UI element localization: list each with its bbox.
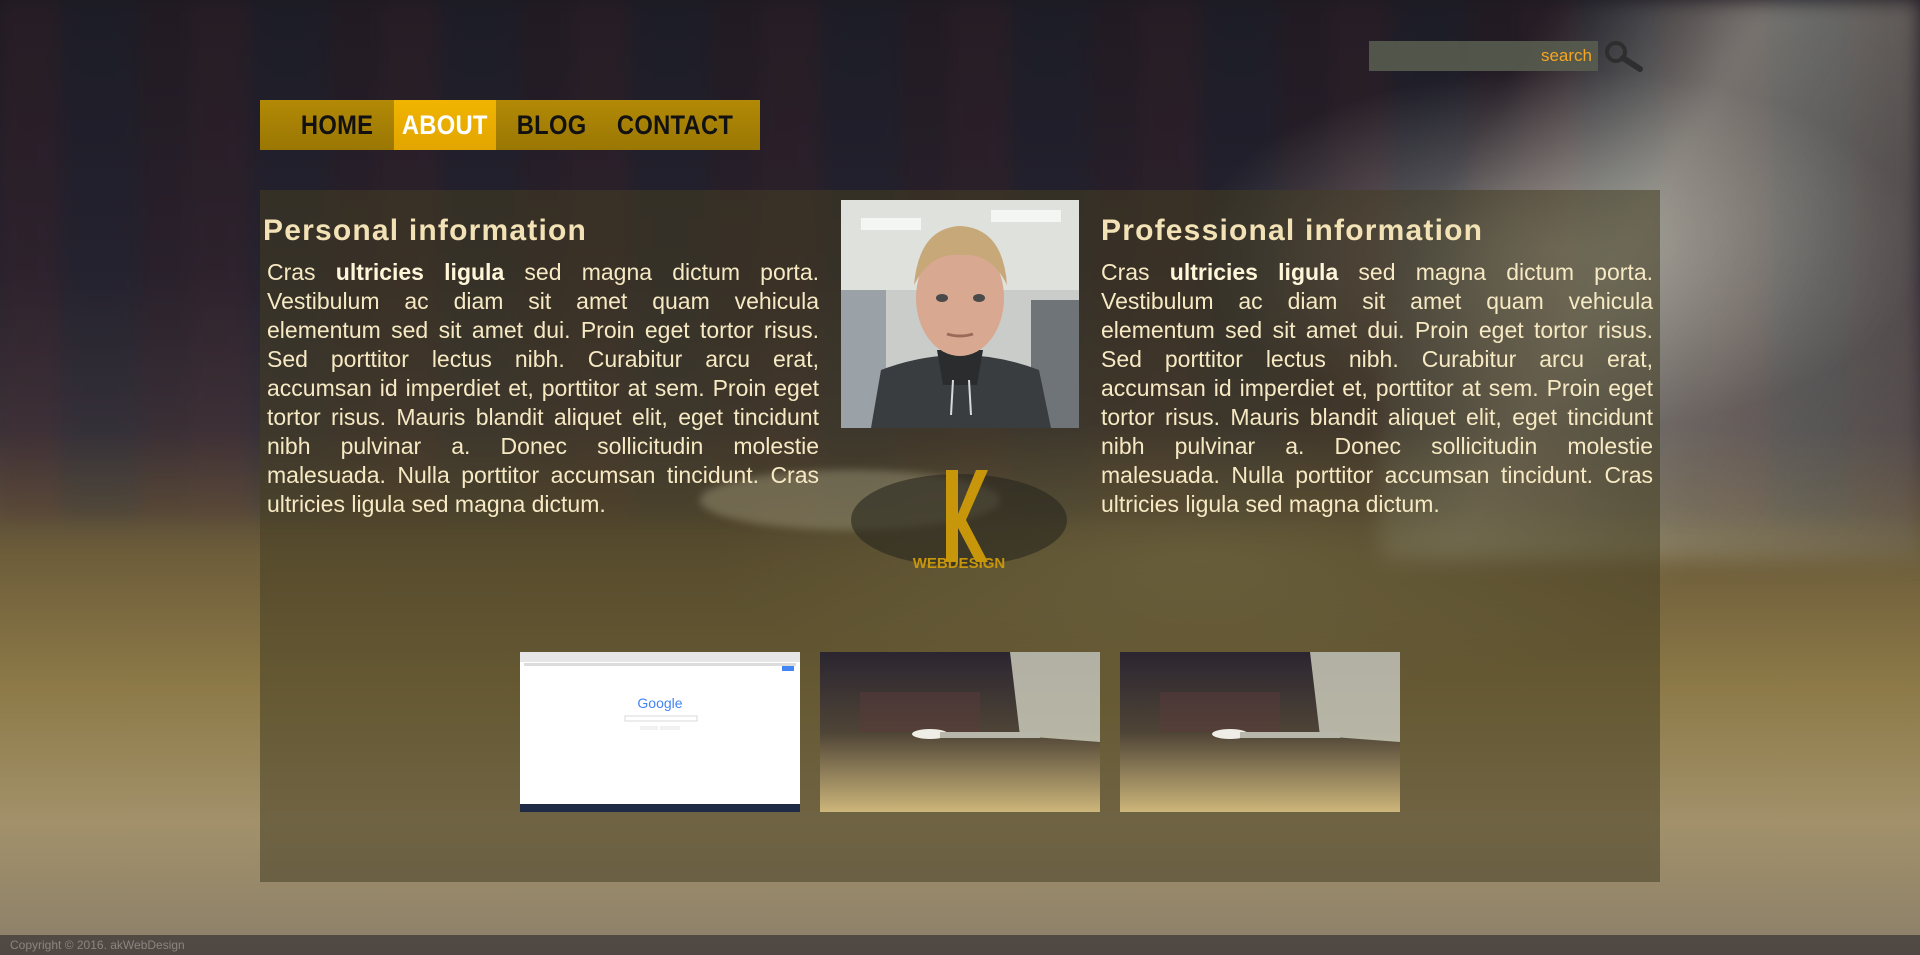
- main-nav: HOME ABOUT BLOG CONTACT: [260, 100, 760, 150]
- thumbnail-desk-photo-2[interactable]: [1120, 652, 1400, 812]
- copyright-text: Copyright © 2016. akWebDesign: [10, 938, 185, 952]
- nav-about[interactable]: ABOUT: [394, 100, 496, 150]
- search-button[interactable]: [1602, 40, 1646, 74]
- search-input[interactable]: [1369, 41, 1598, 71]
- professional-heading: Professional information: [1101, 214, 1484, 247]
- thumbnail-desk-photo-1[interactable]: [820, 652, 1100, 812]
- personal-heading: Personal information: [263, 214, 588, 247]
- personal-text: Cras ultricies ligula sed magna dictum p…: [267, 259, 819, 517]
- akwebdesign-logo: WEBDESIGN: [851, 470, 1067, 572]
- footer: Copyright © 2016. akWebDesign: [0, 935, 1920, 955]
- professional-text: Cras ultricies ligula sed magna dictum p…: [1101, 259, 1653, 517]
- magnifier-icon: [1605, 41, 1643, 72]
- logo-text: WEBDESIGN: [913, 555, 1006, 572]
- nav-blog[interactable]: BLOG: [509, 100, 595, 150]
- thumbnail-google-screenshot[interactable]: Google: [520, 652, 800, 812]
- google-logo-text: Google: [637, 695, 682, 711]
- profile-photo: [841, 200, 1079, 428]
- nav-home[interactable]: HOME: [293, 100, 381, 150]
- nav-contact[interactable]: CONTACT: [609, 100, 741, 150]
